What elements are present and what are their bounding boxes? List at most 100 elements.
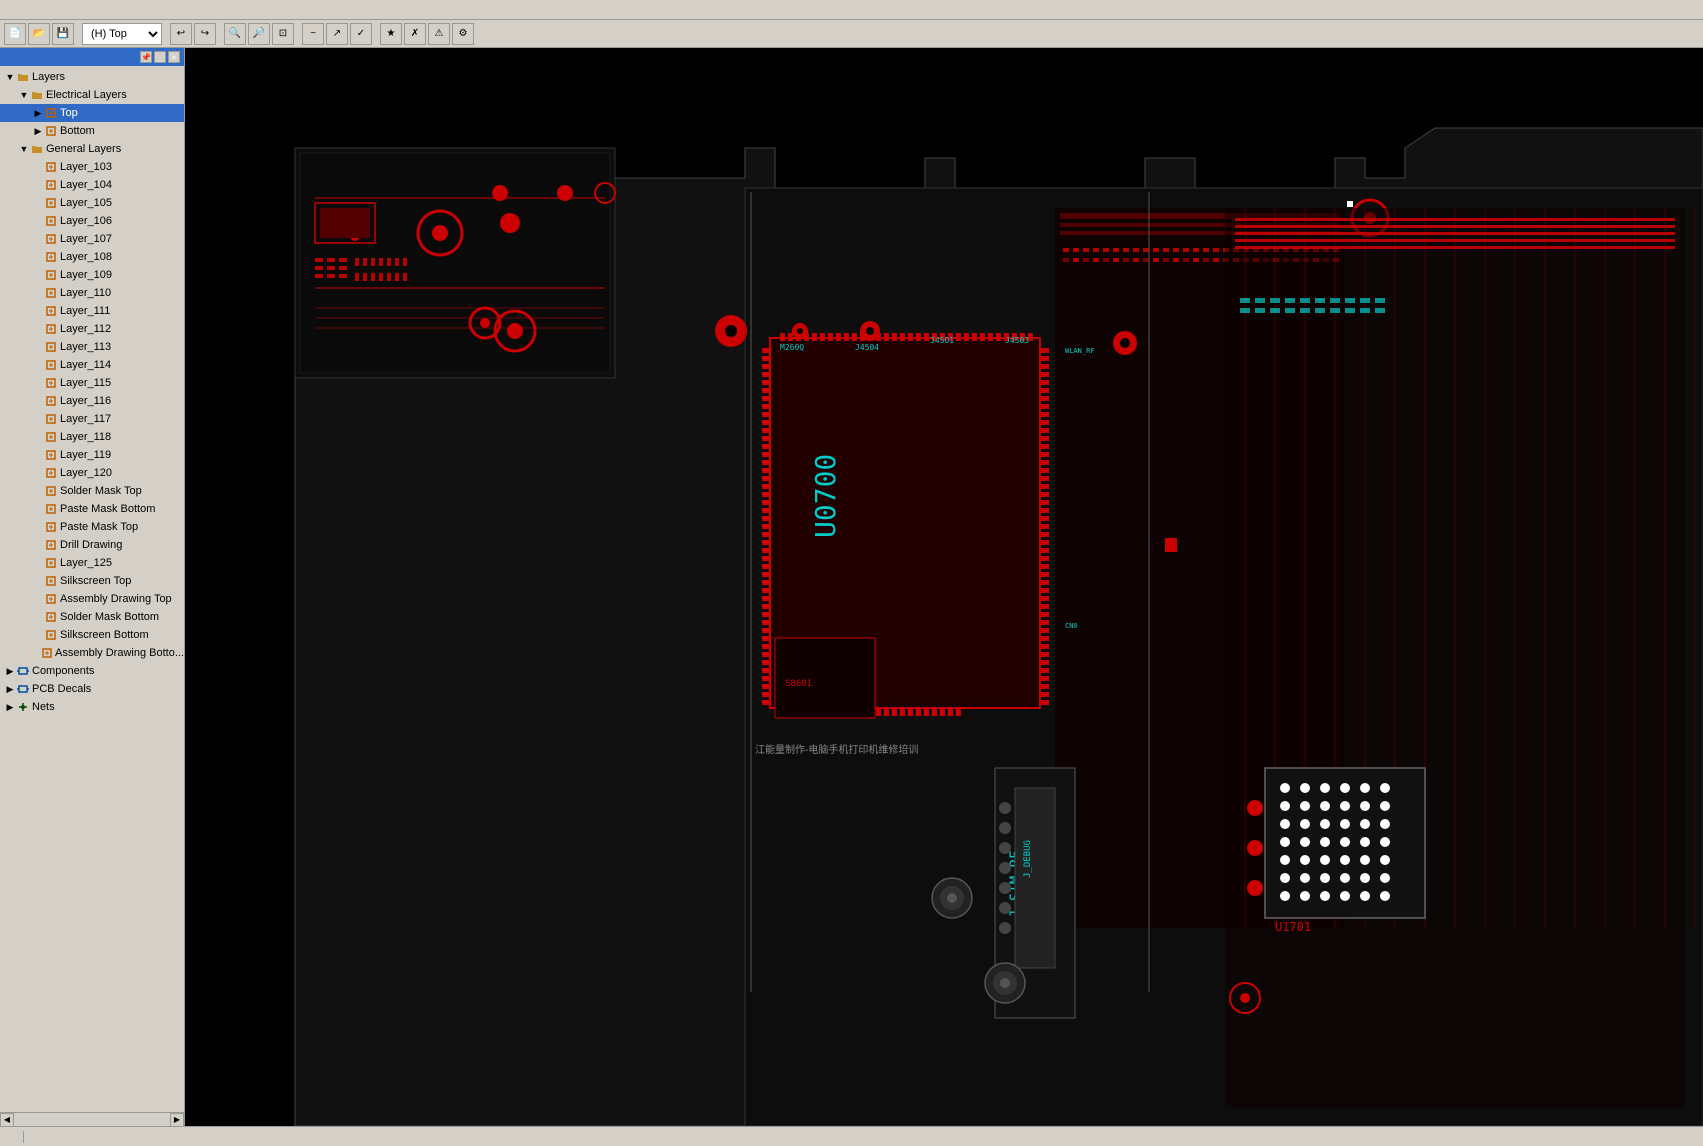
tree-item-smtop[interactable]: Solder Mask Top	[0, 482, 184, 500]
tree-item-smbot[interactable]: Solder Mask Bottom	[0, 608, 184, 626]
toolbar: 📄 📂 💾 (H) Top ↩ ↪ 🔍 🔎 ⊡ ~ ↗ ✓ ★ ✗ ⚠ ⚙	[0, 20, 1703, 48]
tree-item-l125[interactable]: Layer_125	[0, 554, 184, 572]
tree-item-nets[interactable]: ▶Nets	[0, 698, 184, 716]
tree-item-l106[interactable]: Layer_106	[0, 212, 184, 230]
tree-label-l114: Layer_114	[60, 359, 111, 371]
tree-label-l125: Layer_125	[60, 557, 112, 569]
tree-item-top[interactable]: ▶Top	[0, 104, 184, 122]
tree-item-l110[interactable]: Layer_110	[0, 284, 184, 302]
tree-label-top: Top	[60, 107, 78, 119]
tree-item-l113[interactable]: Layer_113	[0, 338, 184, 356]
expand-icon-nets: ▶	[4, 701, 16, 713]
zoom-in-button[interactable]: 🔍	[224, 23, 246, 45]
zoom-out-button[interactable]: 🔎	[248, 23, 270, 45]
tree-item-l119[interactable]: Layer_119	[0, 446, 184, 464]
layer-icon-l103	[44, 160, 58, 174]
tree-item-drill[interactable]: Drill Drawing	[0, 536, 184, 554]
menu-setup[interactable]	[40, 8, 52, 12]
tree-label-electrical: Electrical Layers	[46, 89, 127, 101]
save-button[interactable]: 💾	[52, 23, 74, 45]
svg-text:WLAN_RF: WLAN_RF	[1065, 347, 1095, 355]
tree-item-l105[interactable]: Layer_105	[0, 194, 184, 212]
settings-button[interactable]: ⚙	[452, 23, 474, 45]
sidebar-header-buttons: 📌 _ ×	[140, 51, 180, 63]
tree-item-l116[interactable]: Layer_116	[0, 392, 184, 410]
layer-icon-l105	[44, 196, 58, 210]
tree-label-l116: Layer_116	[60, 395, 111, 407]
tree-item-l118[interactable]: Layer_118	[0, 428, 184, 446]
tree-item-components[interactable]: ▶Components	[0, 662, 184, 680]
menu-tools[interactable]	[52, 8, 64, 12]
tree-item-l104[interactable]: Layer_104	[0, 176, 184, 194]
tree-item-l109[interactable]: Layer_109	[0, 266, 184, 284]
layer-icon-l117	[44, 412, 58, 426]
layer-icon-pmbot	[44, 502, 58, 516]
highlight-button[interactable]: ★	[380, 23, 402, 45]
tree-label-l104: Layer_104	[60, 179, 112, 191]
svg-text:江能量制作-电脑手机打印机维修培训: 江能量制作-电脑手机打印机维修培训	[755, 743, 918, 756]
layer-dropdown[interactable]: (H) Top	[82, 23, 162, 45]
scroll-right[interactable]: ▶	[170, 1113, 184, 1127]
net-icon-nets	[16, 700, 30, 714]
tree-label-l107: Layer_107	[60, 233, 112, 245]
tree-item-adbot[interactable]: Assembly Drawing Botto...	[0, 644, 184, 662]
svg-text:M260Q: M260Q	[780, 343, 804, 352]
scroll-left[interactable]: ◀	[0, 1113, 14, 1127]
route-button[interactable]: ~	[302, 23, 324, 45]
new-button[interactable]: 📄	[4, 23, 26, 45]
scroll-track[interactable]	[14, 1113, 170, 1127]
component-icon-pcbdecals	[16, 682, 30, 696]
menu-edit[interactable]	[16, 8, 28, 12]
tree-item-adtop[interactable]: Assembly Drawing Top	[0, 590, 184, 608]
sep2	[164, 23, 168, 45]
menu-view[interactable]	[28, 8, 40, 12]
tree-label-sstop: Silkscreen Top	[60, 575, 131, 587]
drc-button[interactable]: ⚠	[428, 23, 450, 45]
tree-item-pmbot[interactable]: Paste Mask Bottom	[0, 500, 184, 518]
clear-button[interactable]: ✗	[404, 23, 426, 45]
sidebar-content[interactable]: ▼Layers▼Electrical Layers▶Top▶Bottom▼Gen…	[0, 66, 184, 1112]
folder-icon-layers	[16, 70, 30, 84]
zoom-fit-button[interactable]: ⊡	[272, 23, 294, 45]
sidebar-pin-button[interactable]: 📌	[140, 51, 152, 63]
sidebar-minimize-button[interactable]: _	[154, 51, 166, 63]
tree-item-layers[interactable]: ▼Layers	[0, 68, 184, 86]
tree-item-general[interactable]: ▼General Layers	[0, 140, 184, 158]
tree-label-components: Components	[32, 665, 94, 677]
expand-icon-general: ▼	[18, 143, 30, 155]
tree-label-l103: Layer_103	[60, 161, 112, 173]
tree-item-l117[interactable]: Layer_117	[0, 410, 184, 428]
layer-icon-drill	[44, 538, 58, 552]
tree-item-l111[interactable]: Layer_111	[0, 302, 184, 320]
tree-item-l112[interactable]: Layer_112	[0, 320, 184, 338]
sidebar-close-button[interactable]: ×	[168, 51, 180, 63]
menu-help[interactable]	[64, 8, 76, 12]
tree-item-l120[interactable]: Layer_120	[0, 464, 184, 482]
tree-label-pmbot: Paste Mask Bottom	[60, 503, 155, 515]
tree-item-bottom[interactable]: ▶Bottom	[0, 122, 184, 140]
tree-item-electrical[interactable]: ▼Electrical Layers	[0, 86, 184, 104]
component-icon-components	[16, 664, 30, 678]
tree-item-sstop[interactable]: Silkscreen Top	[0, 572, 184, 590]
undo-button[interactable]: ↩	[170, 23, 192, 45]
tree-item-l115[interactable]: Layer_115	[0, 374, 184, 392]
open-button[interactable]: 📂	[28, 23, 50, 45]
tree-item-ssbot[interactable]: Silkscreen Bottom	[0, 626, 184, 644]
interactive-route-button[interactable]: ↗	[326, 23, 348, 45]
tree-item-l108[interactable]: Layer_108	[0, 248, 184, 266]
tree-item-l114[interactable]: Layer_114	[0, 356, 184, 374]
tree-item-pmtop[interactable]: Paste Mask Top	[0, 518, 184, 536]
pcb-canvas[interactable]: U0700	[185, 48, 1703, 1126]
tree-item-pcbdecals[interactable]: ▶PCB Decals	[0, 680, 184, 698]
tree-item-l103[interactable]: Layer_103	[0, 158, 184, 176]
status-text	[4, 1131, 24, 1143]
check-button[interactable]: ✓	[350, 23, 372, 45]
tree-label-adbot: Assembly Drawing Botto...	[55, 647, 184, 659]
redo-button[interactable]: ↪	[194, 23, 216, 45]
sep4	[296, 23, 300, 45]
menu-file[interactable]	[4, 8, 16, 12]
tree-label-l120: Layer_120	[60, 467, 112, 479]
status-bar	[0, 1126, 1703, 1146]
expand-icon-pcbdecals: ▶	[4, 683, 16, 695]
tree-item-l107[interactable]: Layer_107	[0, 230, 184, 248]
